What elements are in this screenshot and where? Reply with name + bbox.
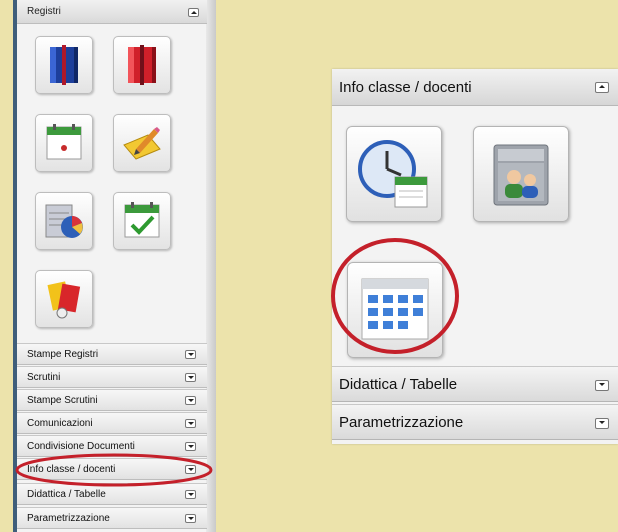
registri-header[interactable]: Registri — [17, 0, 207, 24]
section-parametrizzazione[interactable]: Parametrizzazione — [332, 404, 618, 440]
red-register-icon[interactable] — [113, 36, 171, 94]
notepad-pencil-icon[interactable] — [113, 114, 171, 172]
section-label: Info classe / docenti — [27, 464, 116, 475]
expand-icon[interactable] — [185, 465, 196, 474]
panel-shadow — [206, 0, 216, 532]
section-label: Scrutini — [27, 372, 61, 383]
info-classe-docenti-header[interactable]: Info classe / docenti — [332, 69, 618, 106]
section-label: Parametrizzazione — [27, 513, 110, 524]
section-label: Didattica / Tabelle — [339, 376, 458, 393]
section-condivisione-documenti[interactable]: Condivisione Documenti — [17, 435, 207, 457]
expand-icon[interactable] — [185, 490, 196, 499]
collapse-icon[interactable] — [188, 8, 199, 17]
calendar-dot-icon[interactable] — [35, 114, 93, 172]
calendar-check-icon[interactable] — [113, 192, 171, 250]
clock-calendar-icon[interactable] — [346, 126, 442, 222]
timetable-grid-icon[interactable] — [347, 262, 443, 358]
section-didattica-tabelle[interactable]: Didattica / Tabelle — [17, 483, 207, 505]
left-panel: Registri Stampe Registri Scrutini Stampe… — [13, 0, 216, 532]
expand-icon[interactable] — [185, 396, 196, 405]
section-stampe-scrutini[interactable]: Stampe Scrutini — [17, 389, 207, 411]
section-label: Condivisione Documenti — [27, 441, 135, 452]
expand-icon[interactable] — [185, 442, 196, 451]
expand-icon[interactable] — [185, 514, 196, 523]
section-label: Stampe Scrutini — [27, 395, 98, 406]
expand-icon[interactable] — [185, 419, 196, 428]
info-classe-docenti-header-label: Info classe / docenti — [339, 79, 472, 96]
expand-icon[interactable] — [185, 373, 196, 382]
expand-icon[interactable] — [595, 418, 609, 429]
section-info-classe-docenti[interactable]: Info classe / docenti — [17, 458, 207, 480]
blue-register-icon[interactable] — [35, 36, 93, 94]
expand-icon[interactable] — [185, 350, 196, 359]
section-comunicazioni[interactable]: Comunicazioni — [17, 412, 207, 434]
section-label: Stampe Registri — [27, 349, 99, 360]
users-database-icon[interactable] — [473, 126, 569, 222]
right-panel: Info classe / docenti Didattica / Tabell… — [332, 69, 618, 444]
cards-icon[interactable] — [35, 270, 93, 328]
section-label: Comunicazioni — [27, 418, 93, 429]
section-label: Parametrizzazione — [339, 414, 464, 431]
expand-icon[interactable] — [595, 380, 609, 391]
section-didattica-tabelle[interactable]: Didattica / Tabelle — [332, 366, 618, 402]
report-chart-icon[interactable] — [35, 192, 93, 250]
section-scrutini[interactable]: Scrutini — [17, 366, 207, 388]
collapse-icon[interactable] — [595, 82, 609, 93]
section-label: Didattica / Tabelle — [27, 489, 106, 500]
section-parametrizzazione[interactable]: Parametrizzazione — [17, 507, 207, 529]
registri-header-label: Registri — [27, 6, 61, 17]
section-stampe-registri[interactable]: Stampe Registri — [17, 343, 207, 365]
